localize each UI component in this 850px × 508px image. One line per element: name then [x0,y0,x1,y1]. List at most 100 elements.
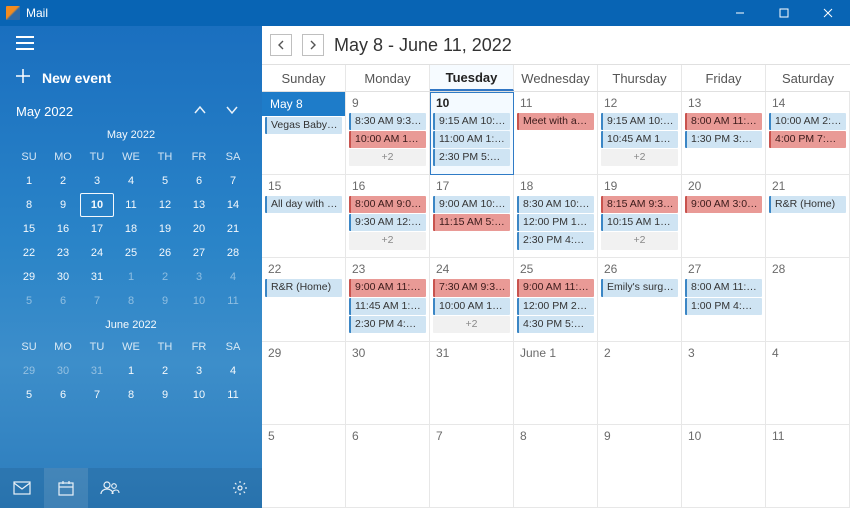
calendar-event[interactable]: Vegas Baby (Las… [265,117,342,134]
mini-day[interactable]: 17 [80,217,114,241]
mini-day[interactable]: 2 [148,359,182,383]
more-events-indicator[interactable]: +2 [433,316,510,333]
day-cell[interactable]: May 8Vegas Baby (Las… [262,92,346,175]
day-cell[interactable]: 209:00 AM 3:00 PM [682,175,766,258]
calendar-event[interactable]: 9:00 AM 11:00 AM [349,279,426,296]
mini-day[interactable]: 14 [216,193,250,217]
mini-day[interactable]: 5 [12,383,46,407]
mini-day[interactable]: 12 [148,193,182,217]
maximize-button[interactable] [762,0,806,26]
new-event-button[interactable]: New event [0,63,262,102]
day-cell[interactable]: 21R&R (Home) [766,175,850,258]
mini-day[interactable]: 9 [148,383,182,407]
calendar-event[interactable]: 12:00 PM 1:30 PM [517,214,594,231]
day-cell[interactable]: 26Emily's surgery (… [598,258,682,341]
mini-day[interactable]: 4 [216,359,250,383]
close-button[interactable] [806,0,850,26]
mini-day[interactable]: 15 [12,217,46,241]
calendar-event[interactable]: 11:00 AM 1:00 PM [433,131,510,148]
mini-day[interactable]: 5 [148,169,182,193]
mini-day[interactable]: 10 [182,383,216,407]
day-cell[interactable]: 168:00 AM 9:00 AM9:30 AM 12:00 PM+2 [346,175,430,258]
mini-day[interactable]: 2 [46,169,80,193]
mini-day[interactable]: 24 [80,241,114,265]
calendar-event[interactable]: 11:15 AM 5:00 PM [433,214,510,231]
calendar-event[interactable]: 9:00 AM 10:00 AM [433,196,510,213]
day-cell[interactable]: 239:00 AM 11:00 AM11:45 AM 1:30 PM2:30 P… [346,258,430,341]
day-cell[interactable]: 179:00 AM 10:00 AM11:15 AM 5:00 PM [430,175,514,258]
mini-day[interactable]: 26 [148,241,182,265]
mini-day[interactable]: 10 [80,193,114,217]
day-cell[interactable]: 138:00 AM 11:00 AM1:30 PM 3:00 PM [682,92,766,175]
calendar-event[interactable]: 1:00 PM 4:00 PM [685,298,762,315]
mini-day[interactable]: 1 [114,265,148,289]
calendar-event[interactable]: 9:00 AM 11:00 AM [517,279,594,296]
calendar-event[interactable]: 2:30 PM 4:00 PM [349,316,426,333]
day-cell[interactable]: 2 [598,342,682,425]
mini-day[interactable]: 25 [114,241,148,265]
mini-day[interactable]: 6 [182,169,216,193]
mini-day[interactable]: 1 [12,169,46,193]
mini-day[interactable]: 8 [114,289,148,313]
more-events-indicator[interactable]: +2 [349,232,426,249]
day-cell[interactable]: 28 [766,258,850,341]
day-cell[interactable]: 10 [682,425,766,508]
mini-day[interactable]: 7 [216,169,250,193]
more-events-indicator[interactable]: +2 [601,232,678,249]
calendar-event[interactable]: 7:30 AM 9:30 AM [433,279,510,296]
day-cell[interactable]: 29 [262,342,346,425]
calendar-event[interactable]: 8:00 AM 9:00 AM [349,196,426,213]
mini-day[interactable]: 4 [114,169,148,193]
mini-day[interactable]: 20 [182,217,216,241]
calendar-event[interactable]: R&R (Home) [265,279,342,296]
day-cell[interactable]: 15All day with the k… [262,175,346,258]
calendar-event[interactable]: 12:00 PM 2:00 PM [517,298,594,315]
mini-day[interactable]: 3 [182,265,216,289]
calendar-event[interactable]: Meet with archit… [517,113,594,130]
month-selector[interactable]: May 2022 [0,102,262,129]
next-month-button[interactable] [216,104,248,119]
mini-day[interactable]: 28 [216,241,250,265]
day-cell[interactable]: 11 [766,425,850,508]
mini-day[interactable]: 3 [182,359,216,383]
mini-day[interactable]: 2 [148,265,182,289]
day-cell[interactable]: 4 [766,342,850,425]
day-cell[interactable]: 3 [682,342,766,425]
day-cell[interactable]: 31 [430,342,514,425]
range-next-button[interactable] [302,34,324,56]
mini-day[interactable]: 13 [182,193,216,217]
calendar-event[interactable]: 8:00 AM 11:00 AM [685,279,762,296]
mini-day[interactable]: 30 [46,359,80,383]
calendar-event[interactable]: 10:45 AM 12:00 P [601,131,678,148]
day-cell[interactable]: 198:15 AM 9:30 AM10:15 AM 12:00 P+2 [598,175,682,258]
mini-day[interactable]: 30 [46,265,80,289]
calendar-event[interactable]: 9:00 AM 3:00 PM [685,196,762,213]
people-button[interactable] [88,468,132,508]
minimize-button[interactable] [718,0,762,26]
day-cell[interactable]: 109:15 AM 10:30 AM11:00 AM 1:00 PM2:30 P… [430,92,514,175]
calendar-event[interactable]: 8:30 AM 9:30 AM [349,113,426,130]
mini-day[interactable]: 6 [46,383,80,407]
day-cell[interactable]: 259:00 AM 11:00 AM12:00 PM 2:00 PM4:30 P… [514,258,598,341]
day-cell[interactable]: 11Meet with archit… [514,92,598,175]
mini-day[interactable]: 11 [114,193,148,217]
mini-day[interactable]: 9 [46,193,80,217]
day-cell[interactable]: 247:30 AM 9:30 AM10:00 AM 12:00 P+2 [430,258,514,341]
day-cell[interactable]: 6 [346,425,430,508]
mini-day[interactable]: 11 [216,289,250,313]
day-cell[interactable]: 5 [262,425,346,508]
mini-day[interactable]: 23 [46,241,80,265]
mini-day[interactable]: 3 [80,169,114,193]
mini-day[interactable]: 18 [114,217,148,241]
day-cell[interactable]: 9 [598,425,682,508]
mini-day[interactable]: 16 [46,217,80,241]
mini-day[interactable]: 11 [216,383,250,407]
mini-day[interactable]: 19 [148,217,182,241]
day-cell[interactable]: 7 [430,425,514,508]
day-cell[interactable]: 8 [514,425,598,508]
calendar-event[interactable]: R&R (Home) [769,196,846,213]
more-events-indicator[interactable]: +2 [349,149,426,166]
prev-month-button[interactable] [184,104,216,119]
mini-day[interactable]: 31 [80,265,114,289]
mini-day[interactable]: 29 [12,265,46,289]
